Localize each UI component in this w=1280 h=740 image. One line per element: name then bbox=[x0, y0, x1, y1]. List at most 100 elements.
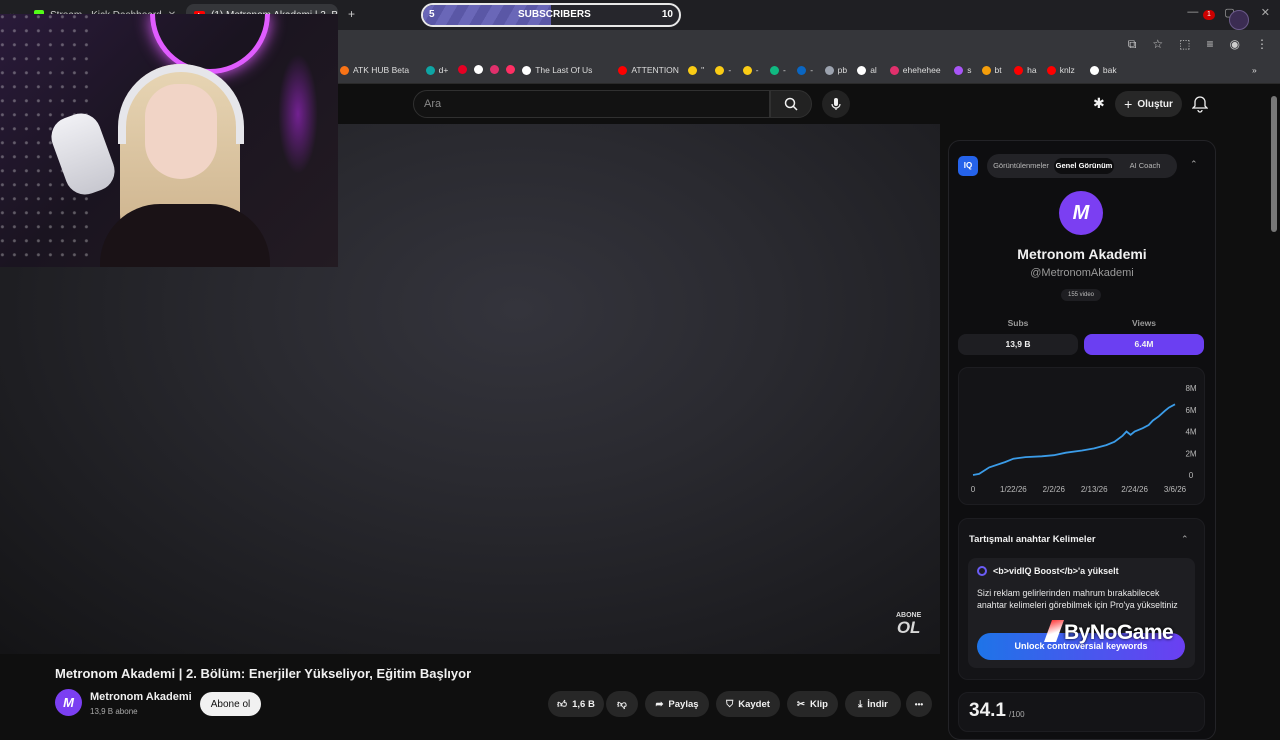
bookmark-label: ehehehee bbox=[902, 65, 941, 75]
bookmark-label: bak bbox=[1102, 65, 1117, 75]
bookmark-label: al bbox=[870, 65, 877, 75]
bookmark-label: knlz bbox=[1059, 65, 1075, 75]
create-button[interactable]: + Oluştur bbox=[1115, 91, 1182, 117]
download-button[interactable]: ⤓ İndir bbox=[845, 691, 901, 717]
bookmark-favicon-icon bbox=[522, 65, 532, 75]
more-actions-button[interactable]: ••• bbox=[906, 691, 932, 717]
create-label: Oluştur bbox=[1137, 98, 1173, 110]
bookmark-item[interactable]: - bbox=[770, 65, 786, 75]
bookmark-star-icon[interactable]: ☆ bbox=[1152, 37, 1163, 52]
bookmark-favicon-icon bbox=[981, 65, 991, 75]
scrollbar-thumb[interactable] bbox=[1271, 96, 1277, 232]
y-tick-label: 6M bbox=[1185, 406, 1196, 415]
share-button[interactable]: ➦ Paylaş bbox=[645, 691, 709, 717]
media-icon[interactable]: ≡ bbox=[1207, 37, 1214, 52]
collapse-chevron-icon[interactable]: ⌃ bbox=[1190, 159, 1198, 170]
vidiq-logo: IQ bbox=[958, 156, 978, 176]
bookmark-item[interactable] bbox=[474, 65, 487, 74]
sponsor-logo: ByNoGame bbox=[1043, 620, 1174, 645]
channel-name[interactable]: Metronom Akademi bbox=[90, 691, 192, 703]
keywords-collapse-icon[interactable]: ⌃ bbox=[1181, 534, 1189, 545]
bookmark-item[interactable] bbox=[458, 65, 471, 74]
profile-icon[interactable]: ◉ bbox=[1230, 37, 1240, 52]
save-label: Kaydet bbox=[738, 698, 770, 710]
bookmark-item[interactable]: pb bbox=[824, 65, 847, 75]
vidiq-extension-icon[interactable]: ✱ bbox=[1093, 95, 1105, 112]
bookmark-item[interactable]: - bbox=[797, 65, 813, 75]
bookmark-item[interactable]: ATTENTION bbox=[618, 65, 679, 75]
bookmark-item[interactable]: bt bbox=[981, 65, 1002, 75]
page-scrollbar[interactable] bbox=[1270, 88, 1278, 720]
bookmark-item[interactable]: knlz bbox=[1046, 65, 1075, 75]
clip-button[interactable]: ✂ Klip bbox=[787, 691, 838, 717]
video-title: Metronom Akademi | 2. Bölüm: Enerjiler Y… bbox=[55, 666, 472, 681]
bookmark-item[interactable]: ha bbox=[1014, 65, 1037, 75]
subs-value[interactable]: 13,9 B bbox=[958, 334, 1078, 355]
subs-label: Subs bbox=[1007, 318, 1029, 328]
bookmark-label: - bbox=[810, 65, 814, 75]
address-bar-icons: ⧉ ☆ ⬚ ≡ ◉ ⋮ bbox=[1128, 37, 1268, 52]
video-count-badge: 155 video bbox=[1061, 289, 1101, 301]
vidiq-channel-name: Metronom Akademi bbox=[1017, 246, 1147, 262]
views-value[interactable]: 6.4M bbox=[1084, 334, 1204, 355]
x-tick-label: 1/22/26 bbox=[1000, 485, 1027, 494]
tab-overview[interactable]: Genel Görünüm bbox=[1054, 158, 1114, 174]
search-input[interactable]: Ara bbox=[413, 90, 770, 118]
bookmarks-overflow-icon[interactable]: » bbox=[1252, 65, 1257, 75]
new-tab-button[interactable]: + bbox=[348, 7, 355, 21]
share-icon: ➦ bbox=[655, 698, 664, 710]
bookmark-item[interactable]: ehehehee bbox=[889, 65, 941, 75]
notifications-bell-icon[interactable] bbox=[1192, 95, 1208, 113]
bookmark-label: The Last Of Us bbox=[535, 65, 593, 75]
y-tick-label: 4M bbox=[1185, 428, 1196, 437]
menu-icon[interactable]: ⋮ bbox=[1256, 37, 1268, 52]
bookmark-item[interactable]: - bbox=[715, 65, 731, 75]
microphone-icon bbox=[831, 98, 841, 110]
tab-ai-coach[interactable]: AI Coach bbox=[1117, 158, 1173, 174]
install-app-icon[interactable]: ⧉ bbox=[1128, 37, 1137, 52]
bookmark-favicon-icon bbox=[490, 65, 500, 74]
bookmark-item[interactable] bbox=[490, 65, 503, 74]
close-window-icon[interactable]: ✕ bbox=[1261, 6, 1270, 19]
subscribe-watermark[interactable]: ABONE OL bbox=[896, 612, 921, 636]
neon-glow bbox=[278, 54, 318, 174]
bookmark-item[interactable]: " bbox=[688, 65, 704, 75]
thumbs-down-icon: 👎︎ bbox=[617, 699, 627, 710]
account-avatar[interactable] bbox=[1229, 10, 1249, 30]
save-button[interactable]: ⛉ Kaydet bbox=[716, 691, 780, 717]
subscribe-button[interactable]: Abone ol bbox=[200, 692, 261, 716]
minimize-icon[interactable]: — bbox=[1187, 6, 1198, 19]
bookmark-icon: ⛉ bbox=[726, 698, 734, 710]
dislike-button[interactable]: 👎︎ bbox=[606, 691, 638, 717]
bookmark-item[interactable]: - bbox=[742, 65, 759, 75]
bookmark-label: ATTENTION bbox=[631, 65, 679, 75]
channel-subscriber-count: 13,9 B abone bbox=[90, 707, 138, 716]
like-button[interactable]: 👍︎ 1,6 B bbox=[548, 691, 604, 717]
bookmark-item[interactable]: d+ bbox=[425, 65, 448, 75]
goal-current: 5 bbox=[429, 9, 435, 20]
scissors-icon: ✂ bbox=[797, 698, 805, 710]
tab-views[interactable]: Görüntülenmeler bbox=[989, 158, 1053, 174]
search-button[interactable] bbox=[770, 90, 812, 118]
bookmark-label: " bbox=[701, 65, 705, 75]
channel-avatar[interactable]: M bbox=[55, 689, 82, 716]
clip-label: Klip bbox=[810, 698, 828, 710]
extensions-icon[interactable]: ⬚ bbox=[1179, 37, 1190, 52]
bookmark-item[interactable]: The Last Of Us bbox=[522, 65, 592, 75]
watermark-line2: OL bbox=[896, 618, 921, 637]
y-tick-label: 8M bbox=[1185, 384, 1196, 393]
bookmark-item[interactable]: bak bbox=[1089, 65, 1117, 75]
bookmark-favicon-icon bbox=[458, 65, 468, 74]
bookmark-item[interactable]: ATK HUB Beta bbox=[340, 65, 409, 75]
bookmark-favicon-icon bbox=[857, 65, 867, 75]
vidiq-channel-handle: @MetronomAkademi bbox=[1030, 267, 1134, 279]
bookmark-label: - bbox=[728, 65, 732, 75]
bookmark-item[interactable] bbox=[506, 65, 519, 74]
plus-icon: + bbox=[1124, 96, 1133, 112]
voice-search-button[interactable] bbox=[822, 90, 850, 118]
bookmark-favicon-icon bbox=[340, 65, 349, 75]
bookmark-item[interactable]: s bbox=[954, 65, 971, 75]
bookmark-item[interactable]: al bbox=[857, 65, 877, 75]
views-chart-card: 0 2M 4M 6M 8M 0 1/22/26 2/2/26 2/13/26 2/24/26 3/6… bbox=[958, 367, 1205, 505]
streamer-body bbox=[100, 204, 270, 267]
